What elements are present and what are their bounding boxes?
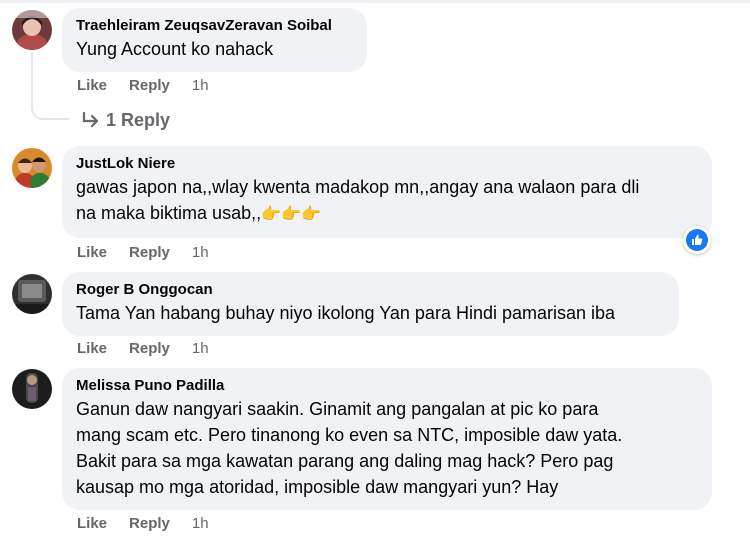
comment-author[interactable]: Traehleiram ZeuqsavZeravan Soibal [76, 16, 353, 36]
reply-button[interactable]: Reply [129, 243, 170, 263]
pointing-emoji: 👉👉👉 [261, 206, 321, 223]
comment-text: Yung Account ko nahack [76, 39, 274, 59]
like-button[interactable]: Like [77, 339, 107, 359]
comment-actions: Like Reply 1h [77, 243, 209, 263]
reply-button[interactable]: Reply [129, 514, 170, 534]
avatar[interactable] [12, 10, 52, 50]
profile-photo-icon [12, 148, 52, 188]
reply-arrow-icon [82, 111, 99, 128]
avatar[interactable] [12, 369, 52, 409]
comment-bubble: Roger B Onggocan Tama Yan habang buhay n… [62, 272, 679, 336]
profile-photo-icon [12, 274, 52, 314]
comment-actions: Like Reply 1h [77, 76, 209, 96]
like-button[interactable]: Like [77, 76, 107, 96]
comment-bubble: Traehleiram ZeuqsavZeravan Soibal Yung A… [62, 8, 367, 72]
comment-bubble: JustLok Niere gawas japon na,,wlay kwent… [62, 146, 712, 238]
profile-photo-icon [12, 369, 52, 409]
comment-timestamp[interactable]: 1h [192, 76, 209, 96]
comment-author[interactable]: JustLok Niere [76, 154, 698, 174]
like-button[interactable]: Like [77, 514, 107, 534]
comment-timestamp[interactable]: 1h [192, 339, 209, 359]
profile-photo-icon [12, 10, 52, 50]
view-replies-link[interactable]: 1 Reply [80, 108, 170, 132]
comment-text: Ganun daw nangyari saakin. Ginamit ang p… [76, 399, 623, 497]
comment-text: gawas japon na,,wlay kwenta madakop mn,,… [76, 174, 698, 228]
reply-button[interactable]: Reply [129, 76, 170, 96]
like-button[interactable]: Like [77, 243, 107, 263]
comment-bubble: Melissa Puno Padilla Ganun daw nangyari … [62, 368, 712, 510]
comment-timestamp[interactable]: 1h [192, 243, 209, 263]
replies-count-label: 1 Reply [106, 109, 171, 130]
avatar[interactable] [12, 148, 52, 188]
like-reaction-icon[interactable] [683, 226, 711, 254]
comment-text-body: gawas japon na,,wlay kwenta madakop mn,,… [76, 177, 640, 223]
comment-text: Tama Yan habang buhay niyo ikolong Yan p… [76, 303, 616, 323]
top-divider [0, 0, 750, 3]
comment-author[interactable]: Melissa Puno Padilla [76, 376, 698, 396]
comment-author[interactable]: Roger B Onggocan [76, 280, 665, 300]
comment-actions: Like Reply 1h [77, 339, 209, 359]
thumbs-up-icon [686, 229, 708, 251]
reply-button[interactable]: Reply [129, 339, 170, 359]
comment-actions: Like Reply 1h [77, 514, 209, 534]
avatar[interactable] [12, 274, 52, 314]
thread-connector [31, 52, 69, 120]
comment-timestamp[interactable]: 1h [192, 514, 209, 534]
